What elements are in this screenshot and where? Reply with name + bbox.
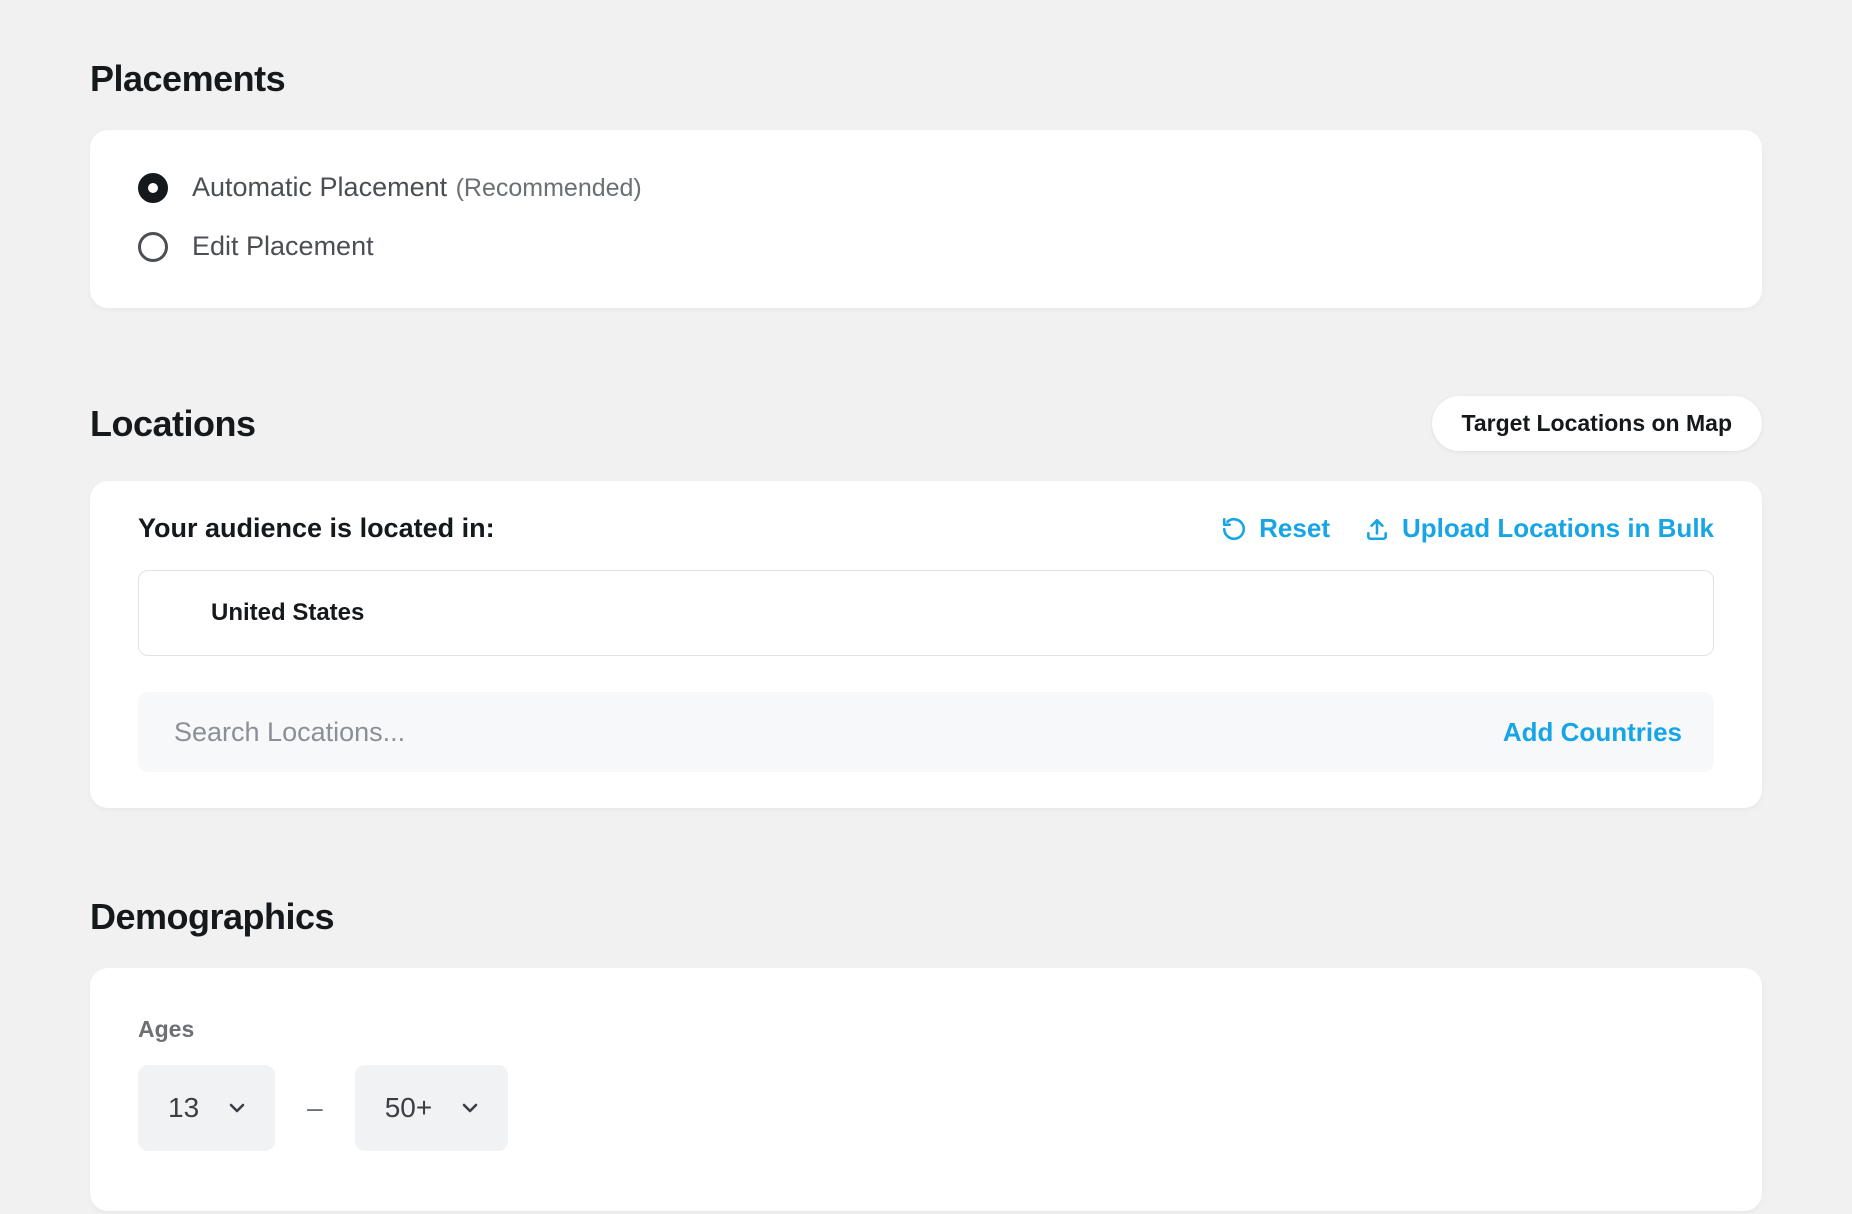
upload-label: Upload Locations in Bulk <box>1402 513 1714 544</box>
radio-icon <box>138 232 168 262</box>
placement-option-note: (Recommended) <box>456 174 642 202</box>
reset-label: Reset <box>1259 513 1330 544</box>
locations-title: Locations <box>90 403 256 445</box>
placement-option-label: Automatic Placement <box>192 172 447 202</box>
age-min-value: 13 <box>168 1092 199 1124</box>
placements-card: Automatic Placement (Recommended) Edit P… <box>90 130 1762 308</box>
demographics-title: Demographics <box>90 896 1762 938</box>
search-locations-input[interactable] <box>174 717 1503 748</box>
age-range-dash: – <box>307 1092 323 1124</box>
demographics-card: Ages 13 – 50+ <box>90 968 1762 1211</box>
placement-option-label: Edit Placement <box>192 231 374 262</box>
locations-card: Your audience is located in: Reset Uploa… <box>90 481 1762 808</box>
chevron-down-icon <box>225 1096 249 1120</box>
add-countries-button[interactable]: Add Countries <box>1503 717 1682 748</box>
target-locations-on-map-button[interactable]: Target Locations on Map <box>1432 396 1762 451</box>
upload-icon <box>1364 516 1390 542</box>
audience-located-label: Your audience is located in: <box>138 513 495 544</box>
upload-locations-button[interactable]: Upload Locations in Bulk <box>1364 513 1714 544</box>
chevron-down-icon <box>458 1096 482 1120</box>
search-locations-row: Add Countries <box>138 692 1714 772</box>
selected-location-item[interactable]: United States <box>138 570 1714 656</box>
age-max-select[interactable]: 50+ <box>355 1065 509 1151</box>
reset-button[interactable]: Reset <box>1221 513 1330 544</box>
placements-title: Placements <box>90 58 1762 100</box>
ages-label: Ages <box>138 1016 1714 1043</box>
age-max-value: 50+ <box>385 1092 433 1124</box>
reset-icon <box>1221 516 1247 542</box>
radio-icon <box>138 173 168 203</box>
placement-option-edit[interactable]: Edit Placement <box>138 221 1714 272</box>
placement-option-automatic[interactable]: Automatic Placement (Recommended) <box>138 162 1714 213</box>
age-min-select[interactable]: 13 <box>138 1065 275 1151</box>
